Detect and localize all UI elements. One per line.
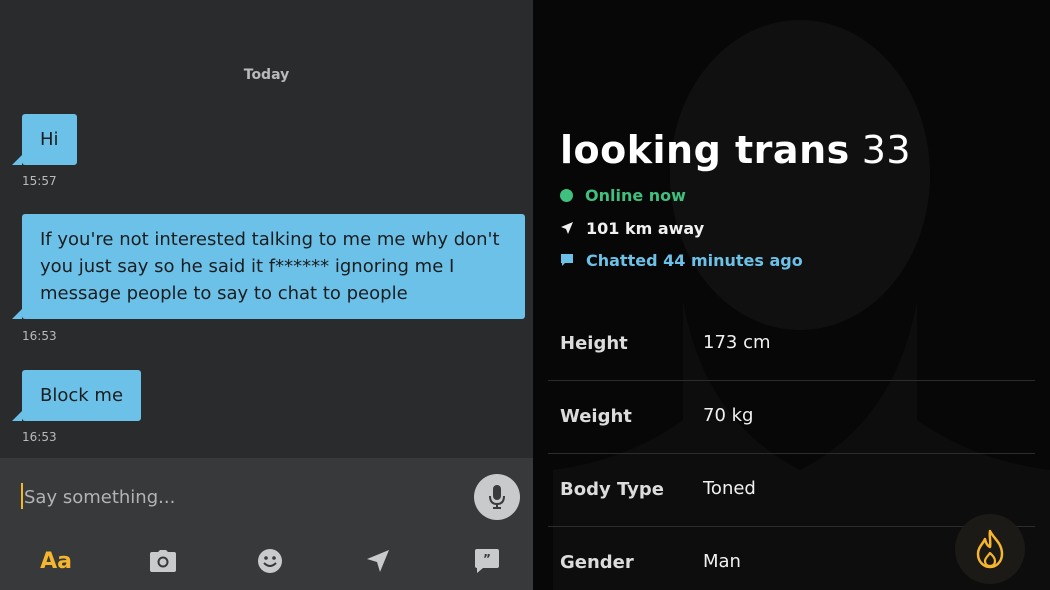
emoji-button[interactable]	[255, 546, 285, 576]
online-status-text: Online now	[585, 185, 686, 205]
online-status: Online now	[560, 184, 686, 206]
message-bubble[interactable]: Hi	[12, 114, 77, 165]
stat-value: 173 cm	[703, 332, 771, 353]
fire-icon	[976, 529, 1004, 569]
profile-panel[interactable]: looking trans 33 Online now 101 km away C…	[533, 0, 1050, 590]
online-dot-icon	[560, 188, 573, 202]
location-arrow-icon	[560, 221, 574, 235]
distance-text: 101 km away	[586, 218, 705, 238]
last-chatted-info: Chatted 44 minutes ago	[560, 249, 803, 271]
profile-header: looking trans 33	[560, 128, 911, 172]
stat-value: Toned	[703, 478, 756, 499]
stat-value: 70 kg	[703, 405, 754, 426]
profile-age: 33	[861, 128, 912, 172]
location-icon	[367, 550, 389, 572]
message-bubble[interactable]: If you're not interested talking to me m…	[12, 214, 525, 319]
text-format-button[interactable]: Aa	[38, 546, 74, 576]
distance-info: 101 km away	[560, 217, 704, 239]
saved-phrases-button[interactable]: ”	[472, 546, 502, 576]
stat-row-height: Height 173 cm	[548, 308, 1035, 381]
date-separator: Today	[243, 67, 290, 83]
stat-label: Weight	[560, 406, 632, 427]
stat-row-body-type: Body Type Toned	[548, 454, 1035, 527]
stat-value: Man	[703, 551, 741, 572]
message-time: 15:57	[22, 174, 57, 188]
stat-label: Gender	[560, 552, 634, 573]
voice-message-button[interactable]	[474, 474, 520, 520]
microphone-icon	[489, 485, 505, 509]
chat-bubble-icon	[560, 253, 574, 267]
stat-row-weight: Weight 70 kg	[548, 381, 1035, 454]
text-cursor	[21, 483, 23, 509]
camera-button[interactable]	[148, 546, 178, 576]
message-text: Hi	[40, 129, 59, 150]
send-location-button[interactable]	[363, 546, 393, 576]
message-time: 16:53	[22, 329, 57, 343]
message-text: If you're not interested talking to me m…	[40, 229, 500, 304]
message-bubble[interactable]: Block me	[11, 370, 142, 421]
profile-display-name: looking trans	[560, 128, 850, 172]
svg-text:”: ”	[483, 552, 491, 566]
message-text: Block me	[40, 385, 124, 406]
message-input[interactable]	[20, 482, 460, 512]
chat-panel: Today Hi 15:57 If you're not interested …	[0, 0, 533, 590]
message-thread[interactable]: Today Hi 15:57 If you're not interested …	[0, 0, 533, 458]
saved-phrases-icon: ”	[475, 549, 499, 573]
emoji-icon	[258, 549, 282, 573]
camera-icon	[150, 550, 176, 572]
stat-label: Body Type	[560, 479, 664, 500]
last-chatted-text: Chatted 44 minutes ago	[586, 250, 803, 270]
stat-label: Height	[560, 333, 628, 354]
tap-button[interactable]	[955, 514, 1025, 584]
message-time: 16:53	[22, 430, 57, 444]
